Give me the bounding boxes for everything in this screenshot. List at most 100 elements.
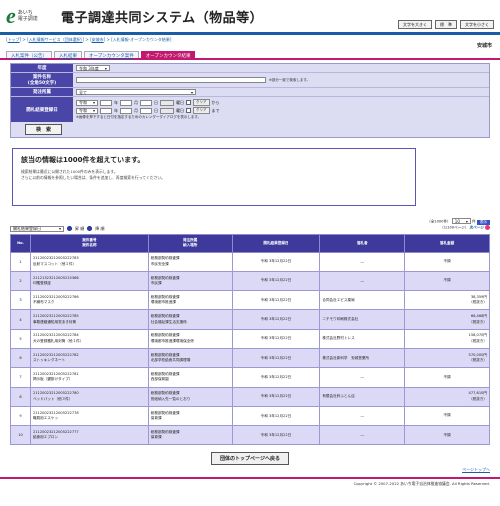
row-case-name[interactable]: 不織布マスク <box>33 300 146 305</box>
col-date: 開札結果登録日 <box>231 233 321 253</box>
breadcrumb-info-service[interactable]: 入札情報サービス（団体選択） <box>29 37 83 42</box>
row-vendor: 有限会社鈴ふとん店 <box>319 386 406 407</box>
calendar-icon[interactable] <box>186 108 192 113</box>
total-count: （全1000件） <box>427 219 451 224</box>
row-case-name[interactable]: ストッキングネート <box>33 358 146 363</box>
date-to-era-select[interactable]: 令和 ▾ <box>76 107 99 114</box>
row-dept: 総務部契約検査課 別紙納入先一覧のとおり <box>147 386 233 407</box>
table-row[interactable]: 2 21121323212005215366 印鑑登録証 総務部契約検査課 市民課 令和 … <box>10 270 490 292</box>
page-top-link[interactable]: ページトップへ <box>0 467 500 473</box>
sort-desc-label: 降 順 <box>95 225 105 231</box>
date-label: 開札結果登録日 <box>11 97 73 122</box>
system-title: 電子調達共同システム（物品等） <box>61 10 264 26</box>
row-case-name[interactable]: 事務連絡通知用窓あき封筒 <box>33 320 146 325</box>
sort-field-select[interactable]: 開札結果登録日 ▾ <box>10 225 64 232</box>
date-from-clear-button[interactable]: クリア <box>193 99 210 106</box>
col-no: No. <box>10 233 31 253</box>
row-vendor: 株式会社野村トレス <box>319 328 406 349</box>
row-vendor-text: 株式会社新科学 安城営業所 <box>322 355 370 360</box>
per-page-select[interactable]: 10 ▾ <box>451 218 471 224</box>
row-vendor: 合同会社エピス薬局 <box>319 290 406 311</box>
table-row[interactable]: 5 21120023212005222784 犬の登録鑑札用封筒（他１件） 総務部契約… <box>10 328 490 349</box>
row-amount: 477,610円 （税抜き） <box>404 386 490 407</box>
row-amount: 570,000円 （税抜き） <box>404 347 490 369</box>
font-size-controls: 文字を大きく 標 準 文字を小さく <box>398 20 494 30</box>
row-vendor: 株式会社新科学 安城営業所 <box>319 347 406 369</box>
table-row[interactable]: 9 21120023212005222778 職員用エスケッ 総務部契約検査課 保育課令… <box>10 405 490 427</box>
row-vendor: ― <box>319 367 406 388</box>
row-date: 令和 3年12月22日 <box>231 251 321 272</box>
date-from-year-input[interactable] <box>100 99 113 106</box>
tab-open-counter[interactable]: オープンカウンタ案件 <box>84 51 139 59</box>
row-case: 21120023212005222783 反射マスコット（他１件） <box>29 251 149 272</box>
breadcrumb-top[interactable]: トップ <box>8 37 20 42</box>
row-case: 21120023212005222782 ストッキングネート <box>29 347 149 369</box>
chevron-down-icon: ▾ <box>93 100 96 105</box>
table-row[interactable]: 1 21120023212005222783 反射マスコット（他１件） 総務部契約検査… <box>10 251 490 272</box>
date-to-weekday <box>160 107 175 114</box>
row-case-name[interactable]: 掲示板（鍵掛けタイプ） <box>33 377 146 382</box>
tab-bid-notices[interactable]: 入札案件（公告） <box>6 51 52 59</box>
row-place: 別紙納入先一覧のとおり <box>150 396 191 401</box>
text-large-button[interactable]: 文字を大きく <box>398 20 432 30</box>
row-vendor: ― <box>319 425 406 446</box>
date-to-clear-button[interactable]: クリア <box>193 107 210 114</box>
next-page-link[interactable]: 次ページ <box>470 226 484 230</box>
row-no: 2 <box>10 270 31 292</box>
row-dept: 総務部契約検査課 保育課 <box>147 405 233 427</box>
row-case-name[interactable]: ベッドパット（他３件） <box>33 397 146 402</box>
row-dept: 総務部契約検査課 西部保育園 <box>147 367 233 388</box>
date-note: ※画像を押下すると日付を指定するためのカレンダーダイアログを表示します。 <box>76 115 202 119</box>
date-to-day-input[interactable] <box>140 107 153 114</box>
next-arrow-icon[interactable] <box>485 225 490 231</box>
row-case-name[interactable]: 犬の登録鑑札用封筒（他１件） <box>33 339 146 344</box>
back-to-top-button[interactable]: 団体のトップページへ戻る <box>211 452 289 466</box>
breadcrumb: [トップ] > [入札情報サービス（団体選択）] > [安城市] > [入札情報… <box>6 37 172 42</box>
sort-asc-radio[interactable] <box>67 226 72 231</box>
row-amount: 不調 <box>404 405 490 427</box>
message-line-2: さらに以前の情報を参照したい場合は、条件を追加し、再度検索を行ってください。 <box>21 174 165 180</box>
logo[interactable]: e あいち 電子調達 <box>6 5 61 27</box>
dept-select[interactable]: 全て ▾ <box>76 89 196 95</box>
table-row[interactable]: 3 21120023212005222786 不織布マスク 総務部契約検査課 環境都市推… <box>10 290 490 311</box>
tab-open-counter-results[interactable]: オープンカウンタ結果 <box>140 51 196 59</box>
day-unit: 日 <box>154 107 159 113</box>
date-from-era-select[interactable]: 令和 ▾ <box>76 99 99 106</box>
dept-select-value: 全て <box>79 89 87 95</box>
table-row[interactable]: 4 21120023212005222785 事務連絡通知用窓あき封筒 総務部契約検査… <box>10 309 490 330</box>
table-row[interactable]: 7 21120023212005222781 掲示板（鍵掛けタイプ） 総務部契約検査課… <box>10 367 490 388</box>
date-to-month-input[interactable] <box>120 107 133 114</box>
row-no: 3 <box>10 290 31 311</box>
table-row[interactable]: 10 21120023212005222777 給食用エプロン 総務部契約検査課 保育課… <box>10 425 490 446</box>
row-case-name[interactable]: 印鑑登録証 <box>33 281 146 286</box>
year-unit: 年 <box>114 99 119 105</box>
date-to-year-input[interactable] <box>100 107 113 114</box>
text-standard-button[interactable]: 標 準 <box>435 20 457 30</box>
table-row[interactable]: 8 21120023212005222780 ベッドパット（他３件） 総務部契約検査課… <box>10 386 490 407</box>
row-no: 5 <box>10 328 31 349</box>
row-case-name[interactable]: 反射マスコット（他１件） <box>33 262 146 267</box>
from-label: から <box>211 99 220 105</box>
row-case-name[interactable]: 職員用エスケッ <box>33 416 146 421</box>
row-vendor-text: ― <box>360 414 365 419</box>
text-small-button[interactable]: 文字を小さく <box>460 20 494 30</box>
per-page-value: 10 <box>454 218 460 224</box>
table-row[interactable]: 6 21120023212005222782 ストッキングネート 総務部契約検査課 北部… <box>10 347 490 369</box>
date-from-month-input[interactable] <box>120 99 133 106</box>
tab-bid-results[interactable]: 入札結果 <box>54 51 82 59</box>
row-amount-tax: （税抜き） <box>469 338 487 343</box>
breadcrumb-city[interactable]: 安城市 <box>92 37 104 42</box>
search-button[interactable]: 検 索 <box>25 124 63 135</box>
row-no: 4 <box>10 309 31 330</box>
case-name-input[interactable] <box>76 77 266 83</box>
calendar-icon[interactable] <box>186 100 192 105</box>
date-from-day-input[interactable] <box>140 99 153 106</box>
row-case-name[interactable]: 給食用エプロン <box>33 435 146 440</box>
chevron-down-icon: ▾ <box>93 108 96 113</box>
sort-desc-radio[interactable] <box>87 226 93 231</box>
row-amount-tax: （税抜き） <box>469 319 487 324</box>
year-select[interactable]: 令和 3年度 ▾ <box>76 65 110 71</box>
site-header: e あいち 電子調達 電子調達共同システム（物品等） 文字を大きく 標 準 文字… <box>0 0 500 32</box>
header-stripe <box>0 32 500 35</box>
row-dept: 総務部契約検査課 環境都市推進課 <box>147 290 233 311</box>
